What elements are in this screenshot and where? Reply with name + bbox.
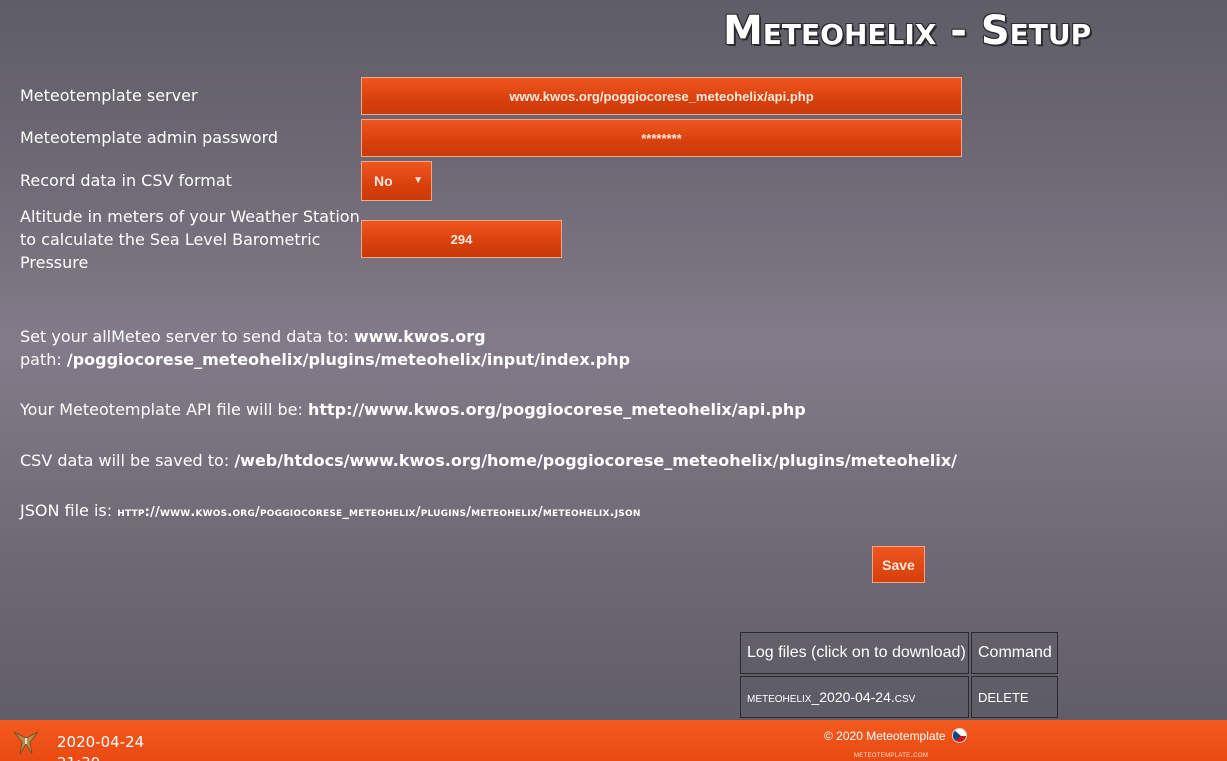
save-button[interactable]: Save: [872, 546, 925, 583]
info-csv-prefix: CSV data will be saved to:: [20, 451, 230, 470]
log-file-link[interactable]: meteohelix_2020-04-24.csv: [740, 676, 969, 718]
info-server-host: www.kwos.org: [353, 327, 486, 346]
caret-down-icon: ▼: [413, 175, 423, 186]
footer: 2020-04-24 21:30 © 2020 Meteotemplate me…: [0, 720, 1227, 761]
server-label: Meteotemplate server: [20, 86, 198, 105]
password-label: Meteotemplate admin password: [20, 128, 279, 147]
altitude-input[interactable]: 294: [361, 220, 562, 258]
csv-select-value: No: [374, 173, 393, 189]
altitude-label: Altitude in meters of your Weather Stati…: [20, 205, 360, 274]
footer-date: 2020-04-24: [57, 733, 145, 751]
log-files-header: Log files (click on to download): [740, 632, 969, 674]
info-path: path: /poggiocorese_meteohelix/plugins/m…: [20, 348, 630, 371]
footer-site-link[interactable]: meteotemplate.com: [854, 749, 928, 759]
meteotemplate-logo-icon: [13, 731, 39, 755]
server-input[interactable]: www.kwos.org/poggiocorese_meteohelix/api…: [361, 77, 962, 115]
altitude-label-line-1: Altitude in meters of your Weather Stati…: [20, 207, 360, 226]
footer-time: 21:30: [57, 753, 144, 761]
info-api-value: http://www.kwos.org/poggiocorese_meteohe…: [307, 400, 806, 419]
delete-log-button[interactable]: DELETE: [971, 676, 1058, 718]
command-header: Command: [971, 632, 1058, 674]
info-csv: CSV data will be saved to: /web/htdocs/w…: [20, 449, 957, 472]
csv-select[interactable]: No ▼: [361, 161, 432, 201]
info-csv-value: /web/htdocs/www.kwos.org/home/poggiocore…: [234, 451, 958, 470]
altitude-label-line-2: to calculate the Sea Level Barometric: [20, 230, 321, 249]
info-path-prefix: path:: [20, 350, 62, 369]
info-path-value: /poggiocorese_meteohelix/plugins/meteohe…: [66, 350, 631, 369]
info-server: Set your allMeteo server to send data to…: [20, 325, 486, 348]
page-title: Meteohelix - Setup: [723, 8, 1092, 54]
copyright-text: © 2020 Meteotemplate: [824, 729, 946, 743]
info-json: JSON file is: http://www.kwos.org/poggio…: [20, 499, 641, 524]
footer-datetime: 2020-04-24 21:30: [57, 732, 144, 761]
info-api: Your Meteotemplate API file will be: htt…: [20, 398, 806, 421]
info-json-value: http://www.kwos.org/poggiocorese_meteohe…: [117, 505, 641, 520]
altitude-label-line-3: Pressure: [20, 253, 89, 272]
czech-flag-icon[interactable]: [951, 728, 967, 743]
password-input[interactable]: ********: [361, 119, 962, 157]
footer-copyright: © 2020 Meteotemplate: [824, 728, 967, 743]
csv-label: Record data in CSV format: [20, 171, 232, 190]
info-server-prefix: Set your allMeteo server to send data to…: [20, 327, 349, 346]
info-json-prefix: JSON file is:: [20, 501, 113, 520]
info-api-prefix: Your Meteotemplate API file will be:: [20, 400, 303, 419]
